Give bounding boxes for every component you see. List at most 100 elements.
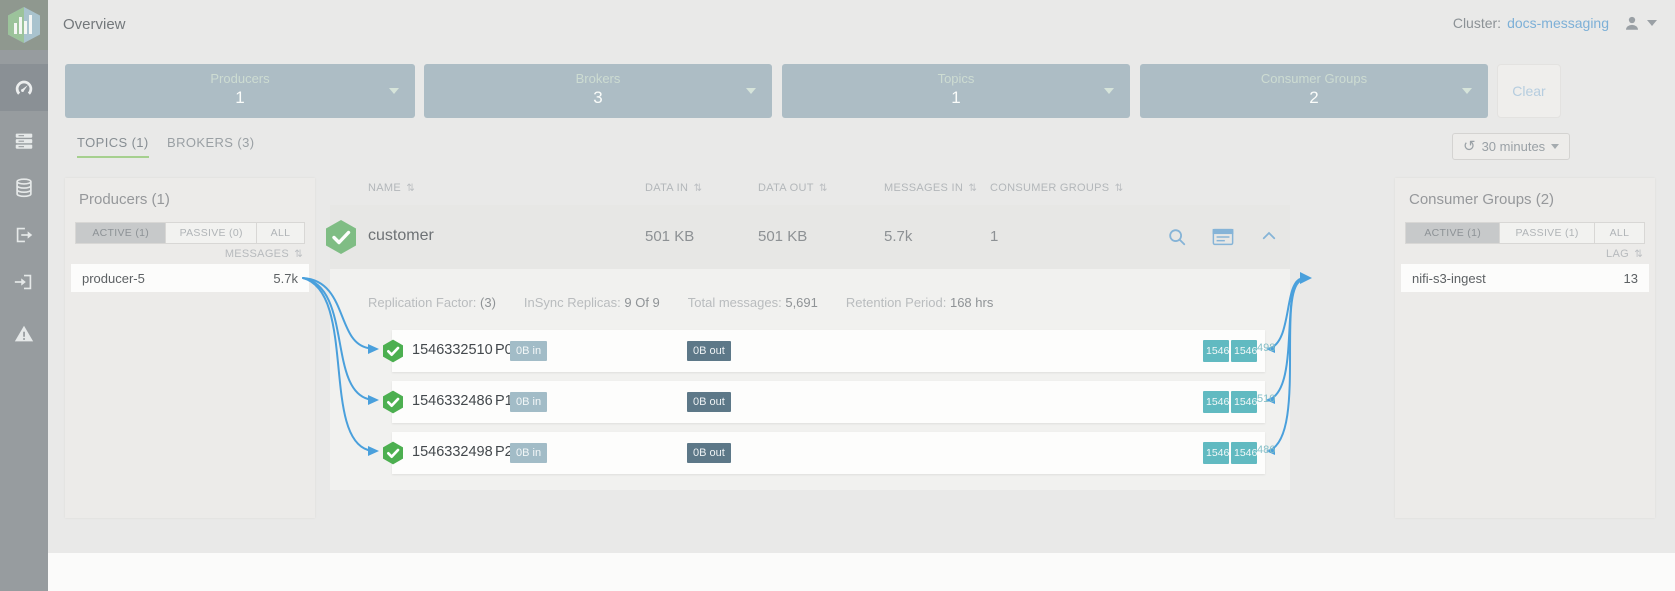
card-value: 3	[424, 88, 772, 108]
topic-name: customer	[368, 227, 434, 245]
producers-panel: Producers (1) ACTIVE (1) PASSIVE (0) ALL…	[65, 178, 315, 518]
replica-badge[interactable]: 15463	[1231, 391, 1257, 413]
sidebar-item-consumers[interactable]	[0, 258, 48, 305]
sort-icon: ⇅	[1115, 183, 1124, 194]
caret-down-icon	[746, 88, 756, 94]
replica-overflow-text: 498	[1257, 342, 1275, 354]
consumer-group-row[interactable]: nifi-s3-ingest 13	[1401, 264, 1649, 292]
card-label: Topics	[782, 71, 1130, 86]
broker-list-icon	[13, 130, 35, 152]
partition-row-p2[interactable]: 1546332498 P2 0B in 0B out 15463 15463	[392, 432, 1265, 474]
sidebar	[0, 0, 48, 591]
partition-row-p1[interactable]: 1546332486 P1 0B in 0B out 15463 15463	[392, 381, 1265, 423]
replication-factor: Replication Factor: (3)	[368, 295, 496, 310]
collapse-chevron-up-icon[interactable]	[1260, 227, 1278, 245]
partition-status-ok-icon	[381, 390, 405, 414]
card-value: 1	[782, 88, 1130, 108]
caret-down-icon	[389, 88, 399, 94]
producer-row[interactable]: producer-5 5.7k	[71, 264, 309, 292]
clear-filters-button[interactable]: Clear	[1497, 64, 1561, 118]
consumers-filter-all[interactable]: ALL	[1595, 222, 1645, 244]
insync-replicas: InSync Replicas: 9 Of 9	[524, 295, 660, 310]
data-in-badge: 0B in	[510, 392, 547, 412]
database-icon	[13, 177, 35, 199]
topic-profile-icon[interactable]	[1212, 227, 1234, 247]
cluster-label: Cluster:	[1453, 15, 1501, 31]
sort-icon: ⇅	[406, 183, 415, 194]
sidebar-item-producers[interactable]	[0, 211, 48, 258]
replica-badge[interactable]: 15463	[1231, 340, 1257, 362]
consumer-group-name: nifi-s3-ingest	[1412, 271, 1486, 286]
producers-state-filter: ACTIVE (1) PASSIVE (0) ALL	[75, 222, 305, 244]
time-range-dropdown[interactable]: ↺ 30 minutes	[1452, 133, 1570, 160]
consumers-filter-passive[interactable]: PASSIVE (1)	[1500, 222, 1594, 244]
card-label: Producers	[65, 71, 415, 86]
partition-broker-id: 1546332498	[412, 444, 493, 460]
consumer-group-lag: 13	[1624, 271, 1638, 286]
cluster-name-link[interactable]: docs-messaging	[1507, 15, 1609, 31]
column-header-messages-in[interactable]: MESSAGES IN ⇅	[884, 182, 977, 194]
smm-logo-icon	[6, 6, 42, 44]
user-icon[interactable]	[1623, 14, 1641, 32]
data-in-badge: 0B in	[510, 341, 547, 361]
tab-brokers[interactable]: BROKERS (3)	[167, 135, 254, 156]
consumer-in-icon	[13, 271, 35, 293]
consumer-groups-panel: Consumer Groups (2) ACTIVE (1) PASSIVE (…	[1395, 178, 1655, 518]
producers-filter-passive[interactable]: PASSIVE (0)	[166, 222, 256, 244]
gauge-icon	[13, 77, 35, 99]
warning-icon	[13, 323, 35, 345]
column-header-data-in[interactable]: DATA IN ⇅	[645, 182, 702, 194]
sidebar-item-brokers[interactable]	[0, 117, 48, 164]
tab-topics[interactable]: TOPICS (1)	[77, 135, 149, 158]
replica-badge[interactable]: 15463	[1203, 442, 1229, 464]
sort-icon: ⇅	[694, 183, 703, 194]
data-out-badge: 0B out	[687, 392, 731, 412]
column-header-data-out[interactable]: DATA OUT ⇅	[758, 182, 828, 194]
replica-badge[interactable]: 15463	[1203, 391, 1229, 413]
lag-column-header[interactable]: LAG ⇅	[1606, 248, 1643, 260]
caret-down-icon	[1462, 88, 1472, 94]
topic-header-row[interactable]: customer 501 KB 501 KB 5.7k 1	[330, 205, 1290, 269]
caret-down-icon	[1551, 144, 1559, 149]
sort-icon: ⇅	[819, 183, 828, 194]
consumer-groups-panel-title: Consumer Groups (2)	[1409, 191, 1554, 208]
producers-filter-all[interactable]: ALL	[257, 222, 305, 244]
data-out-badge: 0B out	[687, 341, 731, 361]
app-logo[interactable]	[0, 0, 48, 50]
page-title: Overview	[63, 16, 126, 33]
header-right: Cluster: docs-messaging	[1453, 14, 1657, 32]
topics-filter-card[interactable]: Topics 1	[782, 64, 1130, 118]
replica-badge[interactable]: 15463	[1231, 442, 1257, 464]
partition-status-ok-icon	[381, 339, 405, 363]
sort-icon: ⇅	[1634, 249, 1643, 260]
producers-filter-card[interactable]: Producers 1	[65, 64, 415, 118]
consumers-state-filter: ACTIVE (1) PASSIVE (1) ALL	[1405, 222, 1645, 244]
sidebar-item-alerts[interactable]	[0, 310, 48, 357]
card-label: Consumer Groups	[1140, 71, 1488, 86]
replica-overflow-text: 510	[1257, 393, 1275, 405]
topic-data-in: 501 KB	[645, 228, 694, 245]
bottom-strip	[48, 553, 1675, 591]
topic-card: customer 501 KB 501 KB 5.7k 1	[330, 205, 1290, 490]
card-value: 2	[1140, 88, 1488, 108]
replica-badge[interactable]: 15463	[1203, 340, 1229, 362]
card-label: Brokers	[424, 71, 772, 86]
consumer-groups-filter-card[interactable]: Consumer Groups 2	[1140, 64, 1488, 118]
messages-column-header[interactable]: MESSAGES ⇅	[225, 248, 303, 260]
sidebar-item-overview[interactable]	[0, 64, 48, 111]
history-icon: ↺	[1463, 139, 1476, 154]
smm-overview-page: Overview Cluster: docs-messaging Produce…	[0, 0, 1675, 591]
topic-search-icon[interactable]	[1167, 227, 1187, 247]
producers-panel-title: Producers (1)	[79, 191, 170, 208]
consumers-filter-active[interactable]: ACTIVE (1)	[1405, 222, 1500, 244]
sidebar-item-topics[interactable]	[0, 164, 48, 211]
column-header-consumer-groups[interactable]: CONSUMER GROUPS ⇅	[990, 182, 1123, 194]
partition-broker-id: 1546332510	[412, 342, 493, 358]
arrowhead-consumer	[1300, 272, 1312, 284]
producers-filter-active[interactable]: ACTIVE (1)	[75, 222, 166, 244]
replica-overflow-text: 486	[1257, 444, 1275, 456]
brokers-filter-card[interactable]: Brokers 3	[424, 64, 772, 118]
partition-row-p0[interactable]: 1546332510 P0 0B in 0B out 15463 15463	[392, 330, 1265, 372]
user-menu-caret-icon[interactable]	[1647, 20, 1657, 26]
column-header-name[interactable]: NAME ⇅	[368, 182, 415, 194]
